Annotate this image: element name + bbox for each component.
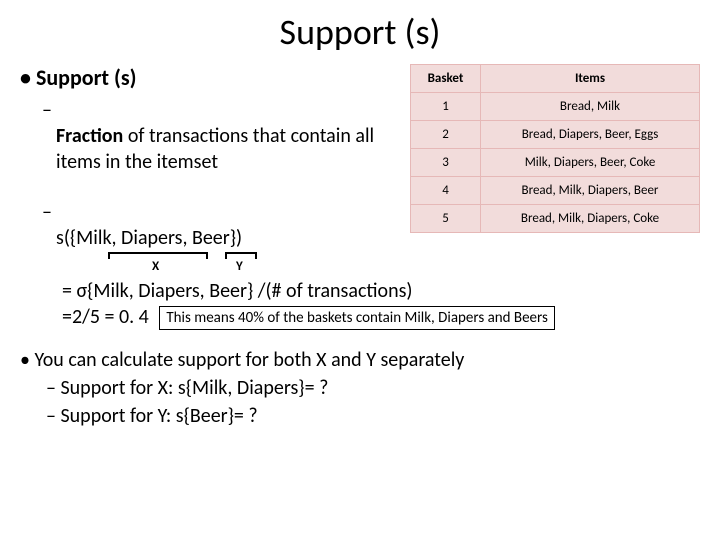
definition-line: Fraction of transactions that contain al… — [42, 97, 400, 175]
lower-sub-2: Support for Y: s{Beer}= ? — [46, 404, 700, 428]
lower-sub-1: Support for X: s{Milk, Diapers}= ? — [46, 376, 700, 400]
table-header-row: Basket Items — [411, 65, 700, 93]
table-row: 3Milk, Diapers, Beer, Coke — [411, 149, 700, 177]
formula-s: s({Milk, Diapers, Beer}) — [42, 199, 400, 251]
definition-bold: Fraction — [56, 124, 123, 148]
label-y: Y — [236, 259, 243, 274]
header-items: Items — [481, 65, 700, 93]
right-column: Basket Items 1Bread, Milk 2Bread, Diaper… — [410, 64, 700, 257]
label-x: X — [152, 259, 159, 274]
table-row: 1Bread, Milk — [411, 93, 700, 121]
basket-table: Basket Items 1Bread, Milk 2Bread, Diaper… — [410, 64, 700, 233]
content-row: Support (s) Fraction of transactions tha… — [20, 64, 700, 257]
table-row: 5Bread, Milk, Diapers, Coke — [411, 205, 700, 233]
slide-title: Support (s) — [20, 10, 700, 54]
formula-block: = σ{Milk, Diapers, Beer} /(# of transact… — [62, 279, 700, 330]
formula-line-2: =2/5 = 0. 4 This means 40% of the basket… — [62, 305, 700, 330]
table-row: 2Bread, Diapers, Beer, Eggs — [411, 121, 700, 149]
formula-line-1: = σ{Milk, Diapers, Beer} /(# of transact… — [62, 279, 700, 303]
table-row: 4Bread, Milk, Diapers, Beer — [411, 177, 700, 205]
xy-annotation: X Y — [100, 257, 700, 277]
header-basket: Basket — [411, 65, 481, 93]
heading-support: Support (s) — [20, 64, 400, 91]
left-column: Support (s) Fraction of transactions tha… — [20, 64, 400, 257]
formula-result: =2/5 = 0. 4 — [62, 305, 149, 329]
lower-section: You can calculate support for both X and… — [20, 348, 700, 428]
bracket-y — [225, 252, 257, 259]
note-box: This means 40% of the baskets contain Mi… — [159, 306, 555, 330]
bracket-x — [108, 252, 208, 259]
lower-main: You can calculate support for both X and… — [20, 348, 700, 372]
